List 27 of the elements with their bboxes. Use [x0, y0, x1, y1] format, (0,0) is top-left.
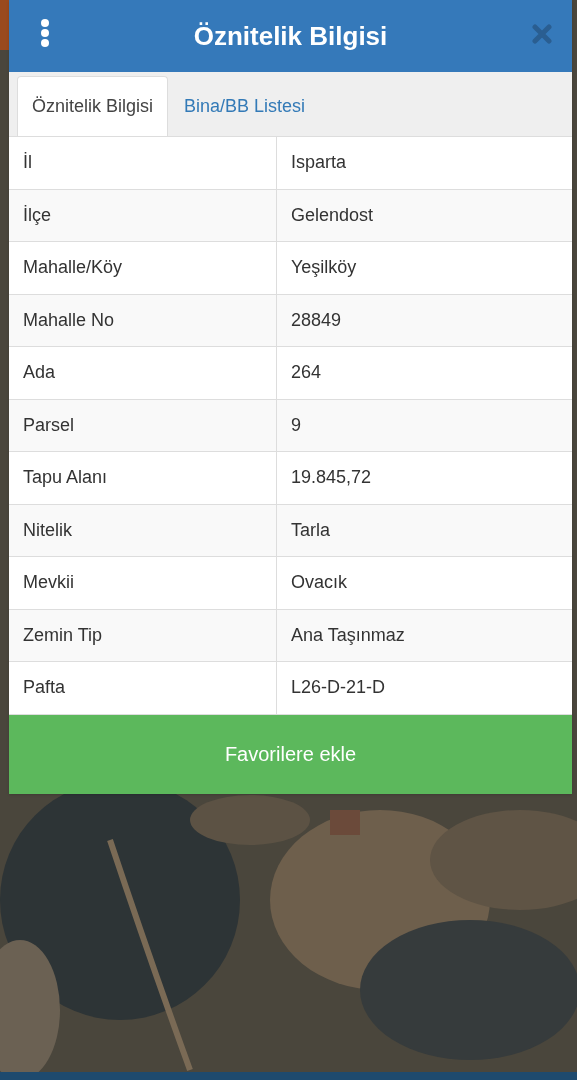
table-cell-text: 9	[290, 413, 302, 437]
table-cell: Mahalle/Köy	[9, 242, 277, 294]
table-cell-text: L26-D-21-D	[290, 676, 387, 700]
table-cell-text: 19.845,72	[290, 466, 373, 490]
table-cell: Ada	[9, 347, 277, 399]
add-to-favorites-button[interactable]: Favorilere ekle	[9, 714, 572, 794]
tab[interactable]: Bina/BB Listesi	[168, 76, 322, 136]
table-cell: Parsel	[9, 399, 277, 451]
table-cell-text: Ana Taşınmaz	[290, 623, 406, 647]
table-cell-text: Yeşilköy	[290, 256, 358, 280]
table-cell: Mahalle No	[9, 294, 277, 346]
table-cell: Mevkii	[9, 557, 277, 609]
table-cell: İlçe	[9, 189, 277, 241]
table-cell: Tapu Alanı	[9, 452, 277, 504]
table-cell: İl	[9, 137, 277, 189]
more-options-icon[interactable]	[39, 19, 51, 47]
table-cell-text: 28849	[290, 308, 343, 332]
table-cell-text: Ovacık	[290, 571, 348, 595]
tab[interactable]: Öznitelik Bilgisi	[17, 76, 169, 136]
table-cell: Nitelik	[9, 504, 277, 556]
table-cell-text: Gelendost	[290, 203, 375, 227]
table-cell: Pafta	[9, 662, 277, 714]
table-cell-text: 264	[290, 361, 323, 385]
table-cell-text: Isparta	[290, 151, 348, 175]
table-cell: Zemin Tip	[9, 609, 277, 661]
dialog-title: Öznitelik Bilgisi	[193, 19, 388, 53]
table-cell-text: Tarla	[290, 518, 331, 542]
